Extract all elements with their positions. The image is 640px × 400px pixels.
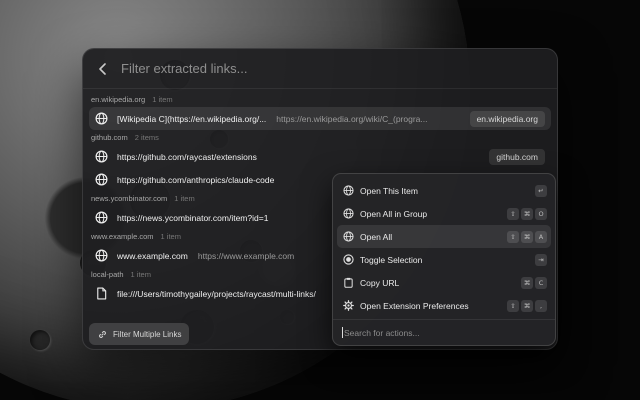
command-key-icon: ⌘	[521, 276, 533, 289]
item-subtitle: https://www.example.com	[197, 250, 295, 261]
action-label: Open This Item	[360, 185, 418, 196]
section-domain: www.example.com	[91, 232, 154, 241]
action-open-extension-preferences[interactable]: Open Extension Preferences ⇧ ⌘ ,	[337, 294, 551, 317]
command-key-icon: ⌘	[521, 299, 533, 312]
shortcut: ↵	[535, 184, 547, 197]
action-label: Open All	[360, 231, 393, 242]
globe-icon	[95, 249, 108, 262]
shortcut: ⇧ ⌘ A	[507, 230, 547, 243]
section-domain: github.com	[91, 133, 128, 142]
section-domain: news.ycombinator.com	[91, 194, 168, 203]
list-item[interactable]: [Wikipedia C](https://en.wikipedia.org/.…	[89, 107, 551, 130]
text-caret	[342, 327, 343, 338]
shortcut: ⌘ C	[521, 276, 547, 289]
item-title: https://github.com/anthropics/claude-cod…	[117, 174, 275, 185]
action-label: Copy URL	[360, 277, 400, 288]
section-count: 1 item	[152, 95, 173, 104]
shift-key-icon: ⇧	[507, 299, 519, 312]
action-open-all[interactable]: Open All ⇧ ⌘ A	[337, 225, 551, 248]
return-key-icon: ↵	[535, 184, 547, 197]
section-count: 2 items	[134, 133, 159, 142]
domain-tag: en.wikipedia.org	[469, 110, 545, 127]
filter-multiple-links-button[interactable]: Filter Multiple Links	[89, 323, 190, 345]
globe-icon	[343, 208, 354, 219]
shortcut: ⇧ ⌘ O	[507, 207, 547, 220]
section-domain: local-path	[91, 270, 124, 279]
item-title: file:///Users/timothygailey/projects/ray…	[117, 288, 316, 299]
search-bar: Filter extracted links...	[83, 49, 557, 89]
shift-key-icon: ⇧	[507, 230, 519, 243]
globe-icon	[343, 185, 354, 196]
action-label: Open Extension Preferences	[360, 300, 469, 311]
section-domain: en.wikipedia.org	[91, 95, 146, 104]
gear-icon	[343, 300, 354, 311]
clipboard-icon	[344, 277, 353, 288]
key-letter: C	[535, 276, 547, 289]
section-count: 1 item	[174, 194, 195, 203]
filter-multiple-links-label: Filter Multiple Links	[113, 329, 182, 339]
domain-tag: github.com	[489, 148, 545, 165]
action-label: Toggle Selection	[360, 254, 423, 265]
action-label: Open All in Group	[360, 208, 428, 219]
tab-key-icon: ⇥	[535, 253, 547, 266]
item-title: https://github.com/raycast/extensions	[117, 151, 257, 162]
file-icon	[97, 287, 107, 300]
globe-icon	[95, 112, 108, 125]
link-icon	[99, 330, 106, 338]
item-title: [Wikipedia C](https://en.wikipedia.org/.…	[117, 113, 267, 124]
key-letter: ,	[535, 299, 547, 312]
action-copy-url[interactable]: Copy URL ⌘ C	[337, 271, 551, 294]
item-title: https://news.ycombinator.com/item?id=1	[117, 212, 269, 223]
section-header-github: github.com 2 items	[83, 130, 557, 145]
action-open-all-in-group[interactable]: Open All in Group ⇧ ⌘ O	[337, 202, 551, 225]
item-subtitle: https://en.wikipedia.org/wiki/C_(progra.…	[276, 113, 428, 124]
item-title: www.example.com	[117, 250, 188, 261]
globe-icon	[95, 211, 108, 224]
command-key-icon: ⌘	[521, 230, 533, 243]
shift-key-icon: ⇧	[507, 207, 519, 220]
radio-icon	[343, 254, 354, 265]
shortcut: ⇥	[535, 253, 547, 266]
section-count: 1 item	[160, 232, 181, 241]
globe-icon	[343, 231, 354, 242]
action-search-input[interactable]: Search for actions...	[333, 319, 555, 345]
action-toggle-selection[interactable]: Toggle Selection ⇥	[337, 248, 551, 271]
globe-icon	[95, 173, 108, 186]
action-open-this-item[interactable]: Open This Item ↵	[337, 179, 551, 202]
action-search-placeholder: Search for actions...	[344, 327, 420, 338]
list-item[interactable]: https://github.com/raycast/extensions gi…	[89, 145, 551, 168]
section-header-wikipedia: en.wikipedia.org 1 item	[83, 92, 557, 107]
chevron-left-icon[interactable]	[93, 59, 113, 79]
command-key-icon: ⌘	[521, 207, 533, 220]
shortcut: ⇧ ⌘ ,	[507, 299, 547, 312]
action-panel: Open This Item ↵ Open All in Group ⇧ ⌘ O…	[332, 173, 556, 346]
globe-icon	[95, 150, 108, 163]
section-count: 1 item	[130, 270, 151, 279]
search-input[interactable]: Filter extracted links...	[121, 61, 247, 76]
key-letter: O	[535, 207, 547, 220]
key-letter: A	[535, 230, 547, 243]
